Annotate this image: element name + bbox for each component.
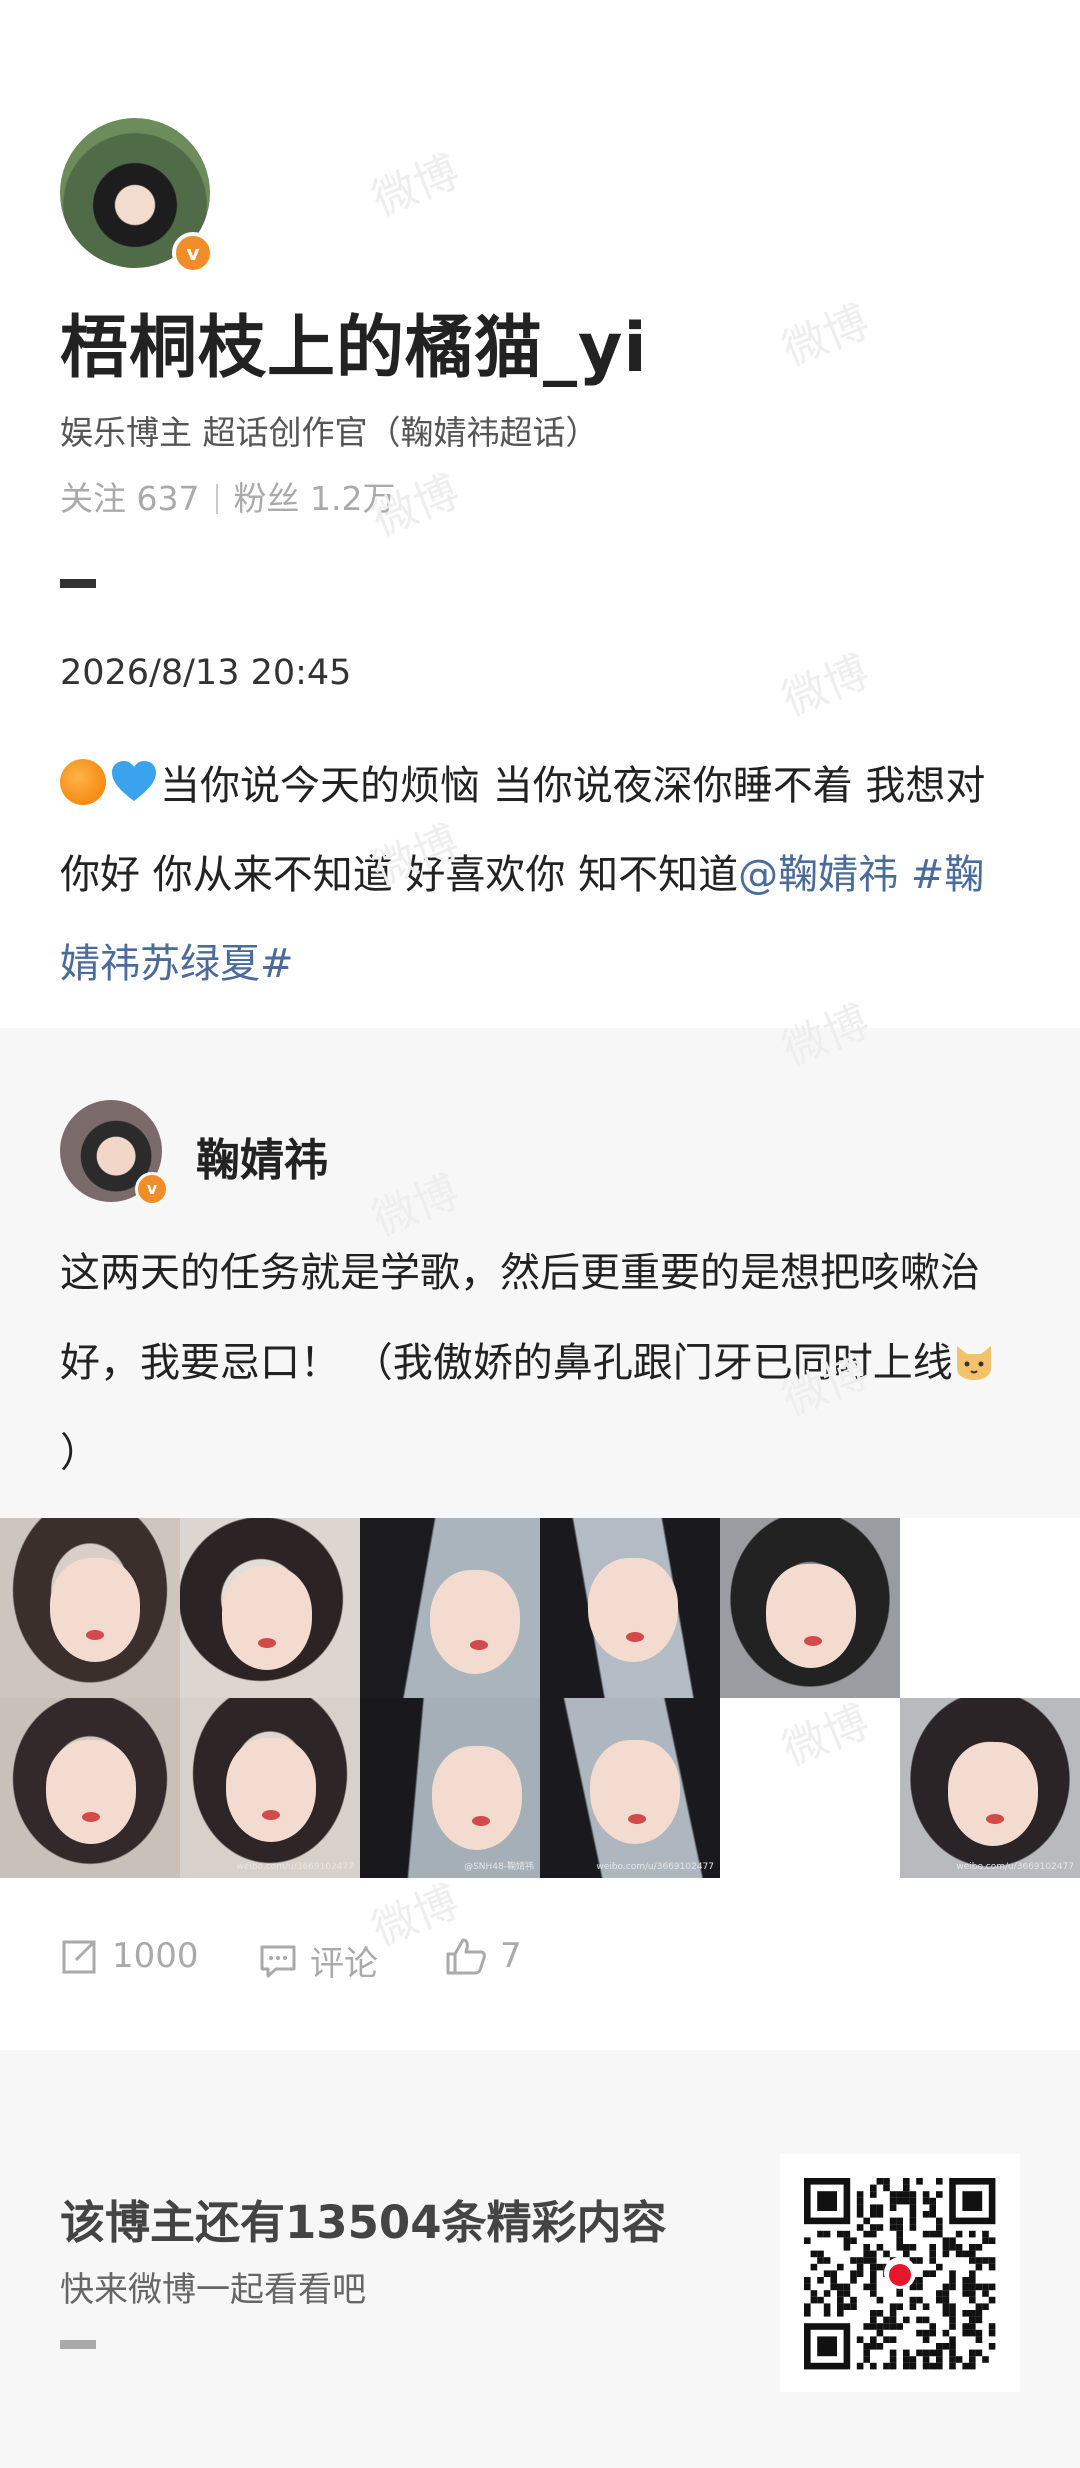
verified-badge-icon: v — [172, 232, 214, 274]
verified-badge-icon: v — [135, 1172, 169, 1206]
like-icon — [446, 1938, 486, 1975]
username[interactable]: 梧桐枝上的橘猫_yi — [60, 292, 648, 391]
watermark: 微博 — [775, 296, 877, 377]
mention-link[interactable]: @鞠婧祎 — [738, 852, 898, 898]
post-date: 2026/8/13 20:45 — [60, 653, 352, 693]
photo-thumbnail[interactable] — [0, 1698, 180, 1878]
photo-thumbnail[interactable] — [180, 1518, 360, 1698]
watermark: 微博 — [775, 646, 877, 727]
divider-dash — [60, 579, 96, 588]
qr-code[interactable] — [780, 2154, 1020, 2392]
watermark: 微博 — [365, 146, 467, 227]
qr-code-image — [804, 2178, 996, 2370]
original-post-text: 这两天的任务就是学歌，然后更重要的是想把咳嗽治好，我要忌口！ （我傲娇的鼻孔跟门… — [60, 1228, 1020, 1498]
cat-emoji-icon — [956, 1346, 991, 1380]
original-post-body: 这两天的任务就是学歌，然后更重要的是想把咳嗽治好，我要忌口！ （我傲娇的鼻孔跟门… — [60, 1250, 980, 1386]
repost-button[interactable]: 1000 — [60, 1936, 199, 1976]
photo-thumbnail[interactable]: weibo.com/u/3669102477 — [180, 1698, 360, 1878]
user-description: 娱乐博主 超话创作官（鞠婧祎超话） — [60, 413, 599, 452]
photo-caption: weibo.com/u/3669102477 — [596, 1862, 714, 1872]
original-author-name[interactable]: 鞠婧祎 — [196, 1124, 328, 1188]
following-label: 关注 — [60, 479, 126, 518]
photo-caption: @SNH48-鞠婧祎 — [464, 1862, 534, 1872]
post-text: 当你说今天的烦恼 当你说夜深你睡不着 我想对你好 你从来不知道 好喜欢你 知不知… — [60, 742, 1020, 1009]
divider-dash — [60, 2340, 96, 2349]
photo-grid: weibo.com/u/3669102477 @SNH48-鞠婧祎 weibo.… — [0, 1518, 1080, 1878]
like-button[interactable]: 7 — [444, 1936, 522, 1976]
photo-thumbnail[interactable] — [540, 1518, 720, 1698]
orange-emoji-icon — [60, 759, 106, 805]
photo-caption: weibo.com/u/3669102477 — [956, 1862, 1074, 1872]
original-post-end: ） — [60, 1430, 100, 1476]
following-count: 637 — [136, 479, 200, 518]
photo-thumbnail[interactable] — [720, 1518, 900, 1698]
photo-thumbnail[interactable] — [0, 1518, 180, 1698]
repost-count: 1000 — [112, 1936, 199, 1976]
photo-thumbnail[interactable] — [360, 1518, 540, 1698]
photo-thumbnail[interactable]: weibo.com/u/3669102477 — [540, 1698, 720, 1878]
stats-divider — [215, 484, 218, 514]
followers-label: 粉丝 — [233, 479, 300, 518]
photo-thumbnail[interactable]: weibo.com/u/3669102477 — [900, 1698, 1080, 1878]
followers-count: 1.2万 — [310, 479, 396, 518]
footer-subtitle: 快来微博一起看看吧 — [60, 2270, 366, 2310]
blue-heart-icon — [112, 761, 156, 801]
user-stats: 关注 637 粉丝 1.2万 — [60, 472, 395, 520]
repost-icon — [62, 1940, 96, 1974]
photo-caption: weibo.com/u/3669102477 — [236, 1862, 354, 1872]
photo-thumbnail[interactable]: @SNH48-鞠婧祎 — [360, 1698, 540, 1878]
comment-label: 评论 — [310, 1944, 378, 1984]
comment-icon — [260, 1945, 296, 1977]
like-count: 7 — [500, 1936, 522, 1976]
comment-button[interactable]: 评论 — [258, 1936, 378, 1985]
footer-title: 该博主还有13504条精彩内容 — [60, 2196, 667, 2249]
